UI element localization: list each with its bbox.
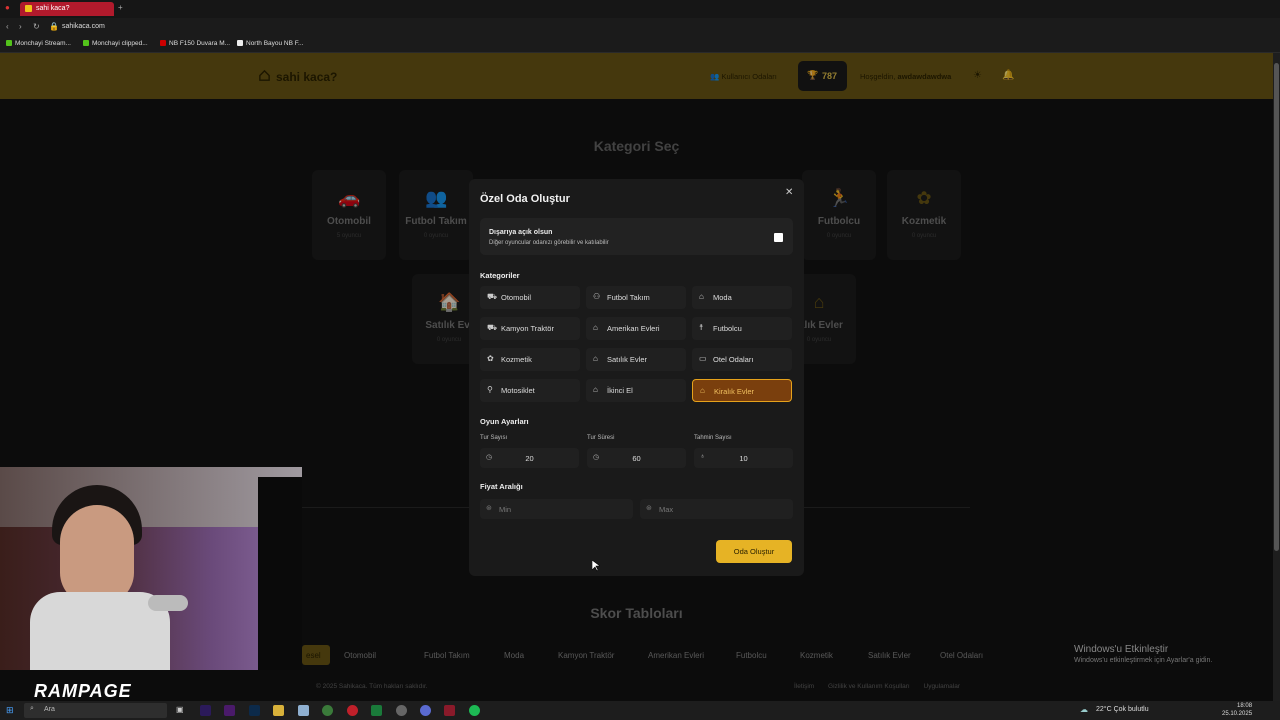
- mouse-cursor-icon: [592, 560, 600, 572]
- price-range-label: Fiyat Aralığı: [480, 482, 523, 491]
- category-option-otomobil[interactable]: ⛟ Otomobil: [480, 286, 580, 309]
- new-tab-icon[interactable]: +: [118, 3, 123, 12]
- public-toggle-description: Diğer oyuncular odanızı görebilir ve kat…: [489, 240, 609, 246]
- person-icon: ☨: [699, 323, 704, 332]
- cloud-icon: ☁: [1080, 705, 1088, 714]
- house-plus-icon: ⌂: [593, 354, 598, 363]
- bookmarks-bar: Monchayi Stream... Monchayi clipped... N…: [0, 37, 1280, 53]
- category-option-kozmetik[interactable]: ✿ Kozmetik: [480, 348, 580, 371]
- round-count-label: Tur Sayısı: [480, 435, 508, 441]
- browser-tab[interactable]: sahi kaca?: [20, 2, 114, 16]
- truck-icon: ⛟: [487, 323, 498, 332]
- users-icon: ⚇: [593, 292, 601, 301]
- scrollbar-thumb[interactable]: [1274, 63, 1279, 551]
- bed-icon: ▭: [699, 354, 707, 363]
- min-price-input[interactable]: ⊛ Min: [480, 499, 633, 519]
- category-option-motosiklet[interactable]: ⚲ Motosiklet: [480, 379, 580, 402]
- lock-icon: 🔒: [49, 22, 59, 31]
- spotify-icon[interactable]: [469, 705, 480, 716]
- taskbar-search[interactable]: ⌕ Ara: [24, 703, 167, 718]
- photoshop-icon[interactable]: [249, 705, 260, 716]
- site-favicon-icon: [25, 5, 32, 12]
- opera-logo-icon[interactable]: ●: [5, 3, 10, 12]
- public-checkbox[interactable]: [774, 233, 783, 242]
- create-room-modal: Özel Oda Oluştur ✕ Dışarıya açık olsun D…: [469, 179, 804, 576]
- category-option-futbolcu[interactable]: ☨ Futbolcu: [692, 317, 792, 340]
- category-option-otel-odalari[interactable]: ▭ Otel Odaları: [692, 348, 792, 371]
- browser-tab-bar: sahi kaca? + ●: [0, 0, 1280, 18]
- round-time-input[interactable]: ◷ 60: [587, 448, 686, 468]
- notepad-icon[interactable]: [298, 705, 309, 716]
- page-scrollbar[interactable]: [1273, 53, 1280, 701]
- after-effects-icon[interactable]: [224, 705, 235, 716]
- obs-icon[interactable]: [396, 705, 407, 716]
- windows-activate-desc: Windows'u etkinleştirmek için Ayarlar'a …: [1074, 657, 1213, 664]
- opera-gx-icon[interactable]: [444, 705, 455, 716]
- dollar-icon: ⊛: [486, 505, 492, 512]
- max-price-input[interactable]: ⊛ Max: [640, 499, 793, 519]
- round-time-label: Tur Süresi: [587, 435, 615, 441]
- bookmark-item[interactable]: North Bayou NB F...: [237, 40, 303, 47]
- category-option-satilik-evler[interactable]: ⌂ Satılık Evler: [586, 348, 686, 371]
- windows-start-icon[interactable]: ⊞: [6, 705, 14, 716]
- excel-icon[interactable]: [371, 705, 382, 716]
- category-option-kiralik-evler[interactable]: ⌂ Kiralık Evler: [692, 379, 792, 402]
- guess-count-input[interactable]: ♁ 10: [694, 448, 793, 468]
- basket-icon: ⌂: [593, 385, 598, 394]
- game-settings-label: Oyun Ayarları: [480, 417, 529, 426]
- house-icon: ⌂: [700, 386, 705, 395]
- public-toggle-title: Dışarıya açık olsun: [489, 229, 553, 236]
- search-icon: ⌕: [30, 705, 34, 712]
- bookmark-item[interactable]: Monchayi clipped...: [83, 40, 148, 47]
- browser-tab-title: sahi kaca?: [36, 5, 70, 12]
- forward-icon[interactable]: ›: [19, 22, 22, 31]
- modal-title: Özel Oda Oluştur: [480, 193, 570, 205]
- car-icon: ⛟: [487, 292, 498, 301]
- dollar-icon: ⊛: [646, 505, 652, 512]
- windows-taskbar: ⊞ ⌕ Ara ▣ ☁ 22°C Çok bulutlu 18:08 25.10…: [0, 701, 1280, 720]
- weather-text[interactable]: 22°C Çok bulutlu: [1096, 706, 1149, 713]
- address-bar: ‹ › ↻ 🔒 sahikaca.com: [0, 18, 1280, 37]
- bookmark-item[interactable]: Monchayi Stream...: [6, 40, 71, 47]
- bike-icon: ⚲: [487, 385, 493, 394]
- categories-label: Kategoriler: [480, 271, 520, 280]
- house-icon: ⌂: [593, 323, 598, 332]
- discord-icon[interactable]: [420, 705, 431, 716]
- reload-icon[interactable]: ↻: [33, 22, 40, 31]
- category-option-futbol-takim[interactable]: ⚇ Futbol Takım: [586, 286, 686, 309]
- premiere-icon[interactable]: [200, 705, 211, 716]
- task-view-icon[interactable]: ▣: [176, 705, 184, 714]
- back-icon[interactable]: ‹: [6, 22, 9, 31]
- webcam-overlay: [0, 467, 302, 670]
- round-count-input[interactable]: ◷ 20: [480, 448, 579, 468]
- basket-icon: ⌂: [699, 292, 704, 301]
- file-explorer-icon[interactable]: [273, 705, 284, 716]
- flower-icon: ✿: [487, 354, 494, 363]
- url-field[interactable]: sahikaca.com: [62, 23, 105, 30]
- windows-activate-title: Windows'u Etkinleştir: [1074, 644, 1169, 655]
- rampage-logo: RAMPAGE: [34, 681, 132, 701]
- guess-count-label: Tahmin Sayısı: [694, 435, 732, 441]
- category-option-kamyon-traktor[interactable]: ⛟ Kamyon Traktör: [480, 317, 580, 340]
- category-option-ikinci-el[interactable]: ⌂ İkinci El: [586, 379, 686, 402]
- chrome-icon[interactable]: [322, 705, 333, 716]
- opera-icon[interactable]: [347, 705, 358, 716]
- category-option-amerikan-evleri[interactable]: ⌂ Amerikan Evleri: [586, 317, 686, 340]
- system-clock[interactable]: 18:08 25.10.2025: [1222, 702, 1252, 718]
- create-room-button[interactable]: Oda Oluştur: [716, 540, 792, 563]
- public-toggle-box[interactable]: Dışarıya açık olsun Diğer oyuncular odan…: [480, 218, 793, 255]
- close-icon[interactable]: ✕: [785, 187, 793, 198]
- bookmark-item[interactable]: NB F150 Duvara M...: [160, 40, 230, 47]
- category-option-moda[interactable]: ⌂ Moda: [692, 286, 792, 309]
